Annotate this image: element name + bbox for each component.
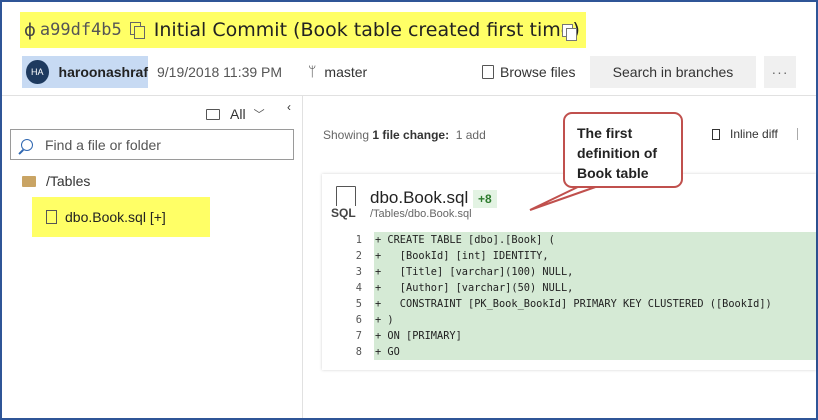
summary-adds: 1 add: [455, 128, 486, 142]
inline-diff-toggle[interactable]: Inline diff: [712, 127, 778, 141]
line-number: 1: [330, 232, 374, 248]
line-number: 4: [330, 280, 374, 296]
file-type-label: SQL: [330, 206, 357, 220]
search-icon: [21, 138, 33, 151]
folder-icon: [22, 175, 36, 187]
sql-file-icon: [46, 210, 57, 224]
commit-date: 9/19/2018 11:39 PM: [157, 64, 283, 80]
commit-hash[interactable]: a99df4b5: [40, 20, 122, 40]
code-line: 4 + [Author] [varchar](50) NULL,: [330, 280, 816, 296]
author[interactable]: HA haroonashraf: [22, 56, 148, 88]
line-code: + [Author] [varchar](50) NULL,: [374, 280, 816, 296]
file-search-box[interactable]: [10, 129, 294, 160]
comment-icon: [206, 108, 220, 120]
code-line: 6 + ): [330, 312, 816, 328]
line-code: + CONSTRAINT [PK_Book_BookId] PRIMARY KE…: [374, 296, 816, 312]
summary-count: 1 file change:: [372, 128, 450, 142]
line-number: 5: [330, 296, 374, 312]
branch-link[interactable]: ᛘ master: [308, 64, 367, 80]
browse-files-button[interactable]: Browse files: [482, 64, 575, 80]
code-line: 3 + [Title] [varchar](100) NULL,: [330, 264, 816, 280]
chevron-down-icon: ﹀: [253, 109, 265, 121]
code-line: 8 + GO: [330, 344, 816, 360]
comment-filter-dropdown[interactable]: All ﹀: [206, 106, 265, 122]
line-code: + GO: [374, 344, 816, 360]
change-summary: Showing 1 file change: 1 add: [323, 128, 486, 142]
line-code: + ): [374, 312, 816, 328]
copy-message-icon[interactable]: [562, 24, 578, 41]
commit-title: ϕ a99df4b5 Initial Commit (Book table cr…: [20, 12, 586, 48]
browse-files-label: Browse files: [500, 64, 576, 80]
line-number: 8: [330, 344, 374, 360]
browse-files-icon: [482, 65, 494, 79]
summary-prefix: Showing: [323, 128, 370, 142]
diff-file-path: /Tables/dbo.Book.sql: [370, 208, 472, 220]
sql-file-icon-large: SQL: [330, 186, 358, 220]
file-search-input[interactable]: [45, 136, 275, 153]
branch-icon: ᛘ: [308, 64, 317, 80]
line-code: + CREATE TABLE [dbo].[Book] (: [374, 232, 816, 248]
code-diff: 1 + CREATE TABLE [dbo].[Book] (2 + [BookId…: [330, 232, 816, 360]
added-lines-badge: +8: [473, 190, 497, 208]
code-line: 5 + CONSTRAINT [PK_Book_BookId] PRIMARY K…: [330, 296, 816, 312]
line-code: + [BookId] [int] IDENTITY,: [374, 248, 816, 264]
copy-hash-icon[interactable]: [129, 22, 145, 39]
inline-diff-icon: [712, 128, 720, 140]
line-number: 2: [330, 248, 374, 264]
more-options-button[interactable]: ···: [764, 56, 796, 88]
line-number: 6: [330, 312, 374, 328]
tree-folder-tables[interactable]: /Tables: [22, 173, 90, 189]
code-line: 2 + [BookId] [int] IDENTITY,: [330, 248, 816, 264]
tree-file-dbo-book[interactable]: dbo.Book.sql [+]: [32, 197, 210, 237]
panel-divider[interactable]: [302, 96, 303, 418]
line-code: + [Title] [varchar](100) NULL,: [374, 264, 816, 280]
author-name: haroonashraf: [58, 64, 148, 80]
filter-label: All: [230, 106, 246, 122]
inline-diff-label: Inline diff: [730, 127, 778, 141]
code-line: 1 + CREATE TABLE [dbo].[Book] (: [330, 232, 816, 248]
folder-name: /Tables: [46, 173, 91, 189]
line-code: + ON [PRIMARY]: [374, 328, 816, 344]
search-in-branches-button[interactable]: Search in branches: [590, 56, 756, 88]
commit-icon: ϕ: [24, 19, 36, 41]
line-number: 7: [330, 328, 374, 344]
toolbar-separator: [797, 128, 798, 140]
branch-name: master: [324, 64, 368, 80]
collapse-panel-icon[interactable]: ‹: [287, 100, 291, 114]
diff-file-name[interactable]: dbo.Book.sql: [370, 188, 468, 208]
line-number: 3: [330, 264, 374, 280]
page-icon: [336, 186, 356, 208]
avatar: HA: [26, 60, 49, 84]
file-label: dbo.Book.sql [+]: [65, 209, 166, 225]
code-line: 7 + ON [PRIMARY]: [330, 328, 816, 344]
commit-message: Initial Commit (Book table created first…: [153, 19, 580, 41]
annotation-callout: The first definition of Book table: [563, 112, 683, 188]
